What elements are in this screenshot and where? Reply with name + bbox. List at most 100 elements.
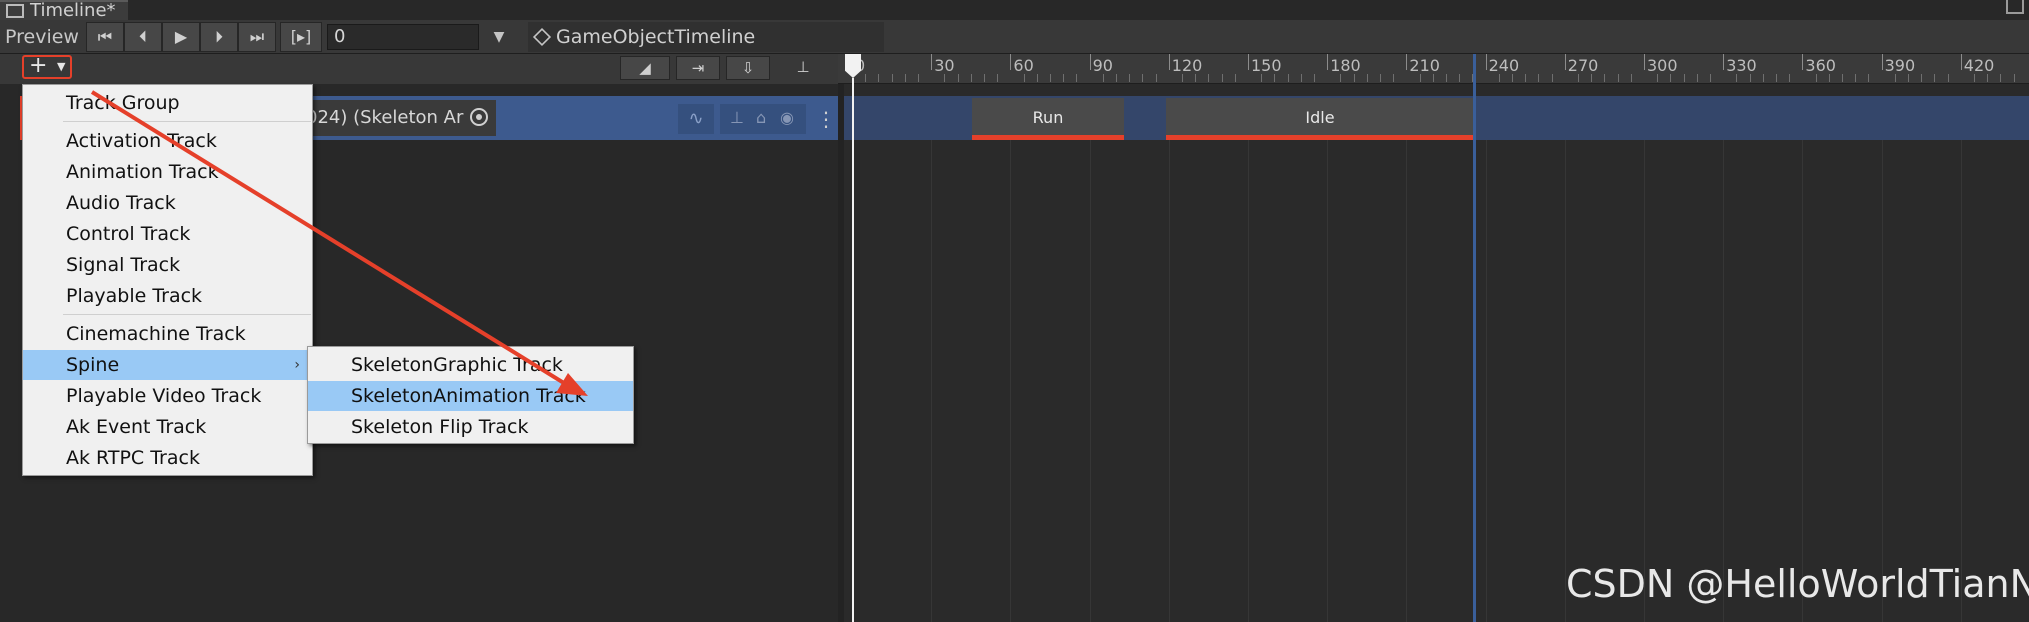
pin-icon[interactable]: ⊥ xyxy=(730,108,744,127)
menu-item-audio-track[interactable]: Audio Track xyxy=(23,188,312,218)
window-tab-timeline[interactable]: Timeline* xyxy=(0,0,128,20)
menu-item-skeleton-flip-track[interactable]: Skeleton Flip Track xyxy=(308,412,633,442)
ruler-minor-tick xyxy=(1366,74,1368,82)
ruler-minor-tick xyxy=(1776,74,1777,82)
menu-item-playable-video-track[interactable]: Playable Video Track xyxy=(23,381,312,411)
timeline-gridline xyxy=(1564,140,1566,622)
gameobject-icon xyxy=(532,27,552,47)
menu-item-skeletonanimation-track[interactable]: SkeletonAnimation Track xyxy=(308,381,633,411)
curve-icon[interactable]: ∿ xyxy=(678,104,714,134)
ruler-minor-tick xyxy=(944,74,946,82)
timeline-gridline xyxy=(1802,140,1804,622)
timeline-gridline xyxy=(1723,140,1725,622)
ruler-minor-tick xyxy=(1604,74,1606,82)
ruler-tick-label: 210 xyxy=(1409,56,1440,75)
curves-toggle-icon[interactable]: ◢ xyxy=(620,56,670,80)
ruler-minor-tick xyxy=(1340,74,1342,82)
ruler-minor-tick xyxy=(1419,74,1421,82)
menu-item-spine[interactable]: Spine › xyxy=(23,350,312,380)
ruler-tick-label: 30 xyxy=(934,56,955,75)
previous-frame-button[interactable]: ⏴ xyxy=(124,22,162,52)
timeline-gridline xyxy=(1010,140,1012,622)
ruler-minor-tick xyxy=(1221,74,1223,82)
ruler-tick-label: 390 xyxy=(1884,56,1916,75)
chevron-down-icon[interactable]: ▼ xyxy=(486,22,512,52)
menu-item-cinemachine-track[interactable]: Cinemachine Track xyxy=(23,319,312,349)
ruler-minor-tick xyxy=(1815,74,1817,82)
ruler-minor-tick xyxy=(1102,74,1104,82)
menu-item-skeletongraphic-track[interactable]: SkeletonGraphic Track xyxy=(308,350,633,380)
menu-item-spine-label: Spine xyxy=(66,354,120,376)
preview-toggle[interactable]: Preview xyxy=(5,24,79,50)
ruler-minor-tick xyxy=(1234,74,1236,82)
ruler-minor-tick xyxy=(1894,74,1896,82)
play-range-button[interactable]: [▸] xyxy=(280,22,322,52)
chevron-down-icon: ▼ xyxy=(57,60,66,73)
frame-input[interactable]: 0 xyxy=(327,24,479,50)
ruler-minor-tick xyxy=(865,74,867,82)
timeline-canvas[interactable] xyxy=(844,84,2029,622)
ruler-minor-tick xyxy=(904,74,906,82)
ruler-major-tick xyxy=(1010,54,1012,70)
ruler-minor-tick xyxy=(1683,74,1685,82)
ruler-minor-tick xyxy=(1287,74,1289,82)
play-button[interactable]: ▶ xyxy=(162,22,200,52)
timeline-gridline xyxy=(1960,140,1962,622)
track-binding-field[interactable]: 024) (Skeleton Ar xyxy=(300,100,496,136)
time-ruler[interactable]: 0306090120150180210240270300330360390420 xyxy=(838,54,2029,84)
menu-item-ak-event-track[interactable]: Ak Event Track xyxy=(23,412,312,442)
menu-item-playable-track[interactable]: Playable Track xyxy=(23,281,312,311)
next-frame-button[interactable]: ⏵ xyxy=(200,22,238,52)
ruler-minor-tick xyxy=(1076,74,1078,82)
lock-icon[interactable]: ⌂ xyxy=(756,108,766,127)
ruler-minor-tick xyxy=(1446,74,1447,82)
ruler-tick-label: 330 xyxy=(1726,56,1757,75)
ruler-major-tick xyxy=(1802,54,1804,70)
clip-run[interactable]: Run xyxy=(972,98,1124,140)
timeline-gridline xyxy=(1406,140,1408,622)
add-track-button[interactable]: + ▼ xyxy=(22,55,72,79)
ruler-minor-tick xyxy=(1525,74,1527,82)
film-icon xyxy=(6,4,24,18)
ruler-minor-tick xyxy=(1908,74,1909,82)
ruler-tick-label: 60 xyxy=(1013,56,1034,75)
ruler-minor-tick xyxy=(1142,74,1144,82)
ruler-minor-tick xyxy=(1129,74,1131,82)
ripple-mode-icon[interactable]: ⇥ xyxy=(676,56,720,80)
ruler-minor-tick xyxy=(1459,74,1461,82)
menu-item-activation-track[interactable]: Activation Track xyxy=(23,126,312,156)
ruler-minor-tick xyxy=(1393,74,1395,82)
ruler-minor-tick xyxy=(1842,74,1843,82)
ruler-tick-label: 420 xyxy=(1963,56,1995,75)
spine-submenu: SkeletonGraphic Track SkeletonAnimation … xyxy=(307,346,634,444)
ruler-minor-tick xyxy=(1789,74,1791,82)
breadcrumb[interactable]: GameObjectTimeline (GameObject) xyxy=(528,22,884,78)
ruler-tick-label: 360 xyxy=(1805,56,1836,75)
object-picker-icon[interactable] xyxy=(470,108,488,126)
menu-item-signal-track[interactable]: Signal Track xyxy=(23,250,312,280)
ruler-minor-tick xyxy=(1947,74,1949,82)
eye-icon[interactable]: ◉ xyxy=(780,108,794,127)
ruler-minor-tick xyxy=(891,74,893,82)
menu-item-animation-track[interactable]: Animation Track xyxy=(23,157,312,187)
timeline-end-marker xyxy=(1473,54,1476,622)
ruler-minor-tick xyxy=(1868,74,1870,82)
goto-end-button[interactable]: ⏭ xyxy=(238,22,276,52)
ruler-minor-tick xyxy=(1512,74,1513,82)
ruler-minor-tick xyxy=(1261,74,1263,82)
menu-item-track-group[interactable]: Track Group xyxy=(23,88,312,118)
timeline-gridline xyxy=(1644,140,1645,622)
playhead-line xyxy=(852,78,854,622)
ruler-major-tick xyxy=(1168,54,1170,70)
more-options-icon[interactable]: ⋮ xyxy=(816,104,836,134)
ruler-minor-tick xyxy=(957,74,959,82)
track-state-icons: ⊥ ⌂ ◉ xyxy=(720,104,806,134)
menu-item-control-track[interactable]: Control Track xyxy=(23,219,312,249)
menu-item-ak-rtpc-track[interactable]: Ak RTPC Track xyxy=(23,443,312,473)
ruler-minor-tick xyxy=(1023,74,1025,82)
window-options-icon[interactable] xyxy=(2006,0,2024,14)
clip-idle[interactable]: Idle xyxy=(1166,98,1474,140)
snap-mode-icon[interactable]: ⇩ xyxy=(726,56,770,80)
goto-start-button[interactable]: ⏮ xyxy=(86,22,124,52)
pin-icon[interactable]: ⊥ xyxy=(788,56,818,80)
